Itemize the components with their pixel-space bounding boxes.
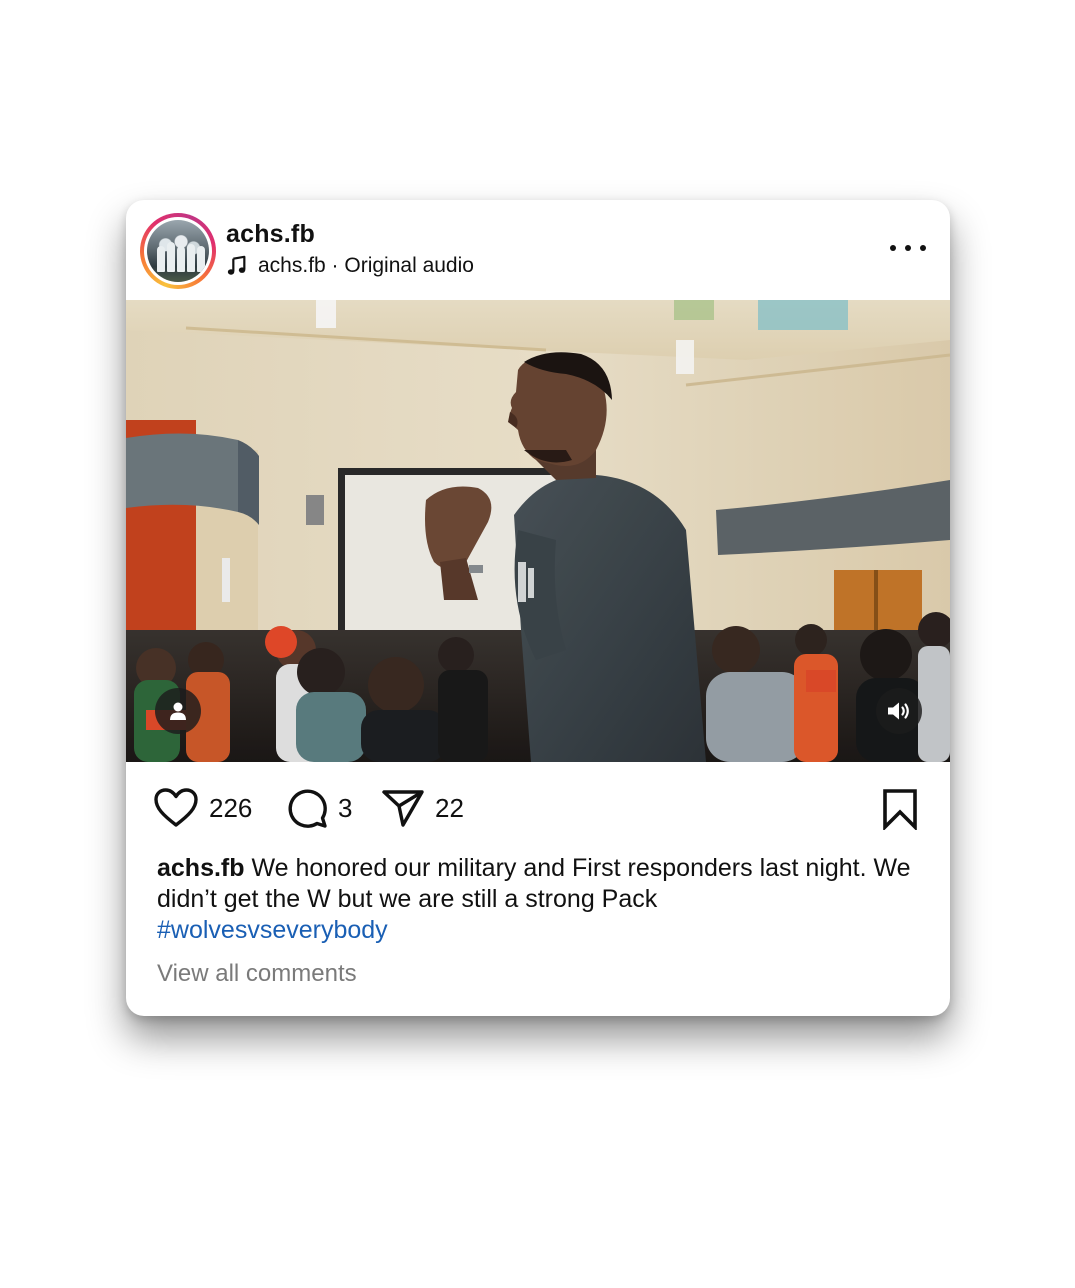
audio-label: achs.fb · Original audio: [258, 254, 474, 277]
bookmark-icon: [883, 789, 917, 832]
username[interactable]: achs.fb: [226, 220, 315, 249]
volume-button[interactable]: [876, 688, 922, 734]
caption-text: We honored our military and First respon…: [157, 854, 911, 913]
heart-icon: [154, 788, 198, 827]
audio-link[interactable]: achs.fb · Original audio: [226, 253, 474, 279]
avatar[interactable]: [147, 220, 209, 282]
share-count: 22: [435, 792, 464, 823]
more-options-icon[interactable]: [890, 236, 926, 260]
post-header: achs.fb achs.fb · Original audio: [126, 200, 950, 300]
like-button[interactable]: 226: [153, 787, 252, 829]
tagged-people-button[interactable]: [155, 688, 201, 734]
like-count: 226: [209, 792, 253, 823]
caption-username[interactable]: achs.fb: [157, 854, 245, 882]
comment-button[interactable]: 3: [286, 787, 352, 829]
hashtag-link[interactable]: #wolvesvseverybody: [157, 915, 927, 946]
video-frame: [126, 300, 950, 762]
post-caption: achs.fb We honored our military and Firs…: [157, 853, 927, 946]
share-button[interactable]: 22: [381, 787, 464, 829]
save-button[interactable]: [880, 788, 920, 835]
post-video[interactable]: [126, 300, 950, 762]
comment-bubble-icon: [288, 789, 327, 828]
tagged-people-icon: [170, 702, 186, 720]
music-note-icon: [227, 255, 246, 275]
instagram-post-card: achs.fb achs.fb · Original audio 226 3 2…: [126, 200, 950, 1016]
volume-icon: [888, 702, 909, 720]
comment-count: 3: [338, 792, 353, 823]
post-actions: 226 3 22: [126, 762, 950, 852]
paper-plane-icon: [382, 790, 424, 827]
view-all-comments-link[interactable]: View all comments: [157, 960, 357, 988]
